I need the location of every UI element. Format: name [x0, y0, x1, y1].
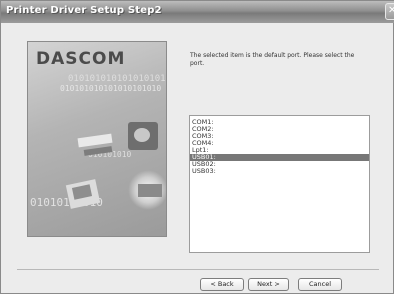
back-button[interactable]: < Back	[200, 278, 244, 291]
dascom-logo: DASCOM	[36, 49, 126, 69]
port-list[interactable]: COM1: COM2: COM3: COM4: Lpt1: USB01: USB…	[189, 115, 370, 253]
port-item-com1[interactable]: COM1:	[190, 119, 369, 126]
port-item-usb03[interactable]: USB03:	[190, 168, 369, 175]
port-item-com3[interactable]: COM3:	[190, 133, 369, 140]
port-item-usb02[interactable]: USB02:	[190, 161, 369, 168]
close-icon: ✕	[388, 5, 394, 16]
port-item-com2[interactable]: COM2:	[190, 126, 369, 133]
printer-icon	[138, 184, 162, 197]
close-button[interactable]: ✕	[385, 3, 394, 20]
port-item-lpt1[interactable]: Lpt1:	[190, 147, 369, 154]
instruction-text: The selected item is the default port. P…	[190, 52, 355, 67]
button-divider	[17, 269, 379, 270]
disc-graphic	[134, 128, 150, 142]
window-title: Printer Driver Setup Step2	[6, 5, 162, 16]
binary-pattern: 010101010101010101010	[60, 84, 162, 93]
binary-pattern: 01010101010101010101	[68, 74, 167, 84]
card-graphic	[77, 133, 113, 148]
port-item-com4[interactable]: COM4:	[190, 140, 369, 147]
dascom-banner-image: DASCOM 01010101010101010101 010101010101…	[27, 41, 167, 237]
next-button[interactable]: Next >	[248, 278, 289, 291]
cancel-button[interactable]: Cancel	[298, 278, 342, 291]
setup-dialog: Printer Driver Setup Step2 ✕ DASCOM 0101…	[0, 0, 394, 294]
port-item-usb01[interactable]: USB01:	[190, 154, 369, 161]
title-bar[interactable]: Printer Driver Setup Step2 ✕	[1, 1, 394, 23]
